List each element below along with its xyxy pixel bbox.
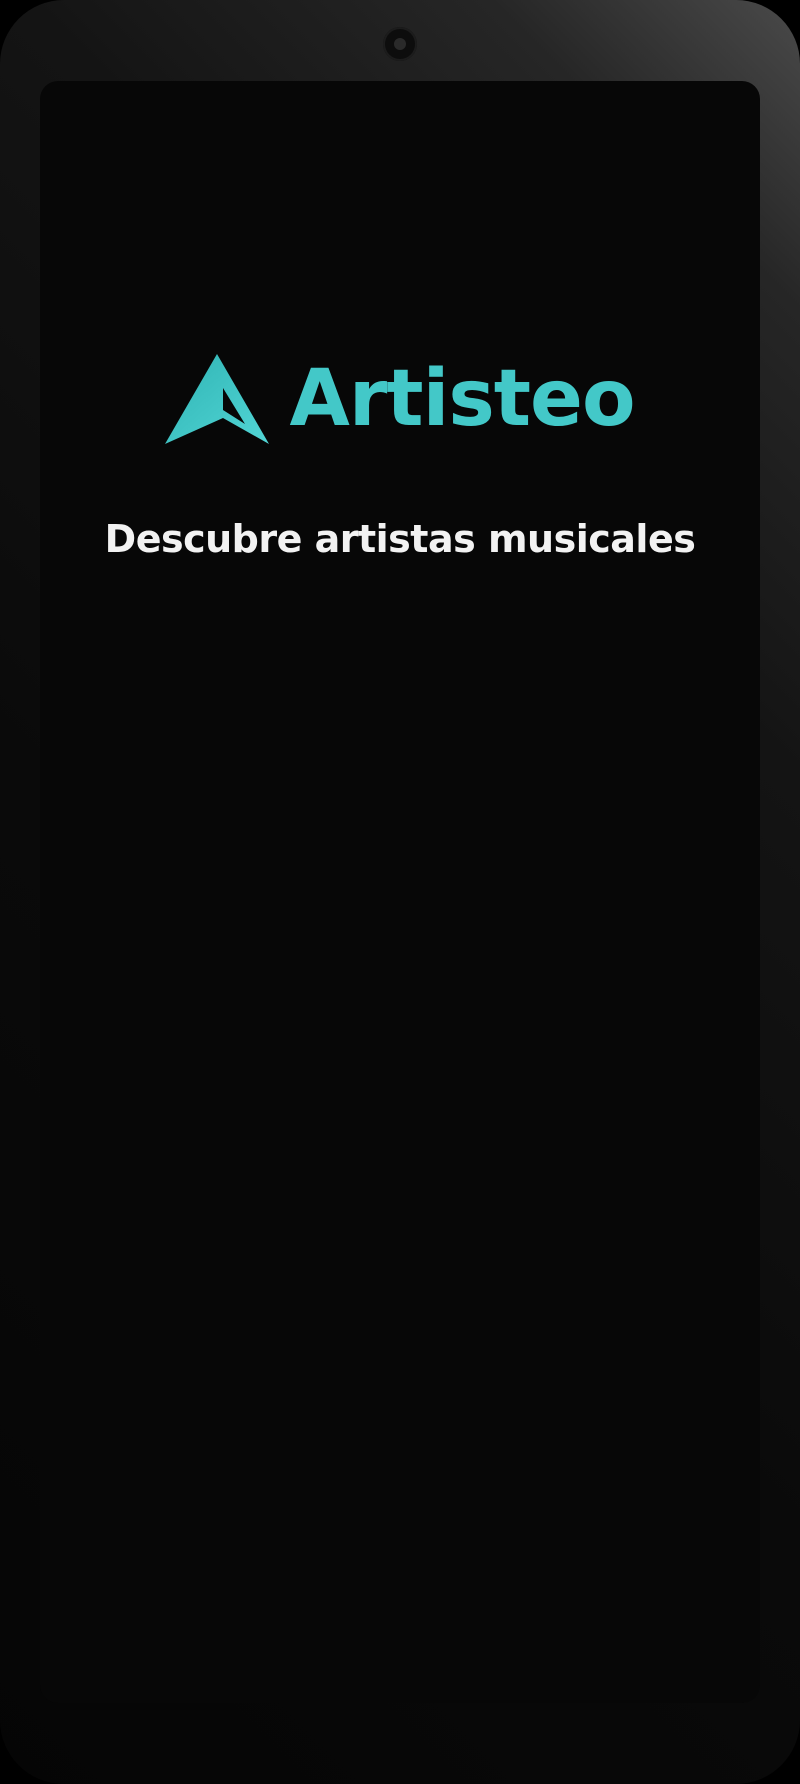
phone-frame: Artisteo Descubre artistas musicales: [0, 0, 800, 1784]
tagline: Descubre artistas musicales: [104, 517, 696, 561]
app-screen: Artisteo Descubre artistas musicales: [40, 81, 760, 1703]
front-camera: [383, 27, 417, 61]
brand-header: Artisteo: [40, 349, 760, 449]
brand-name: Artisteo: [289, 354, 635, 444]
artisteo-logo-icon: [165, 354, 270, 444]
